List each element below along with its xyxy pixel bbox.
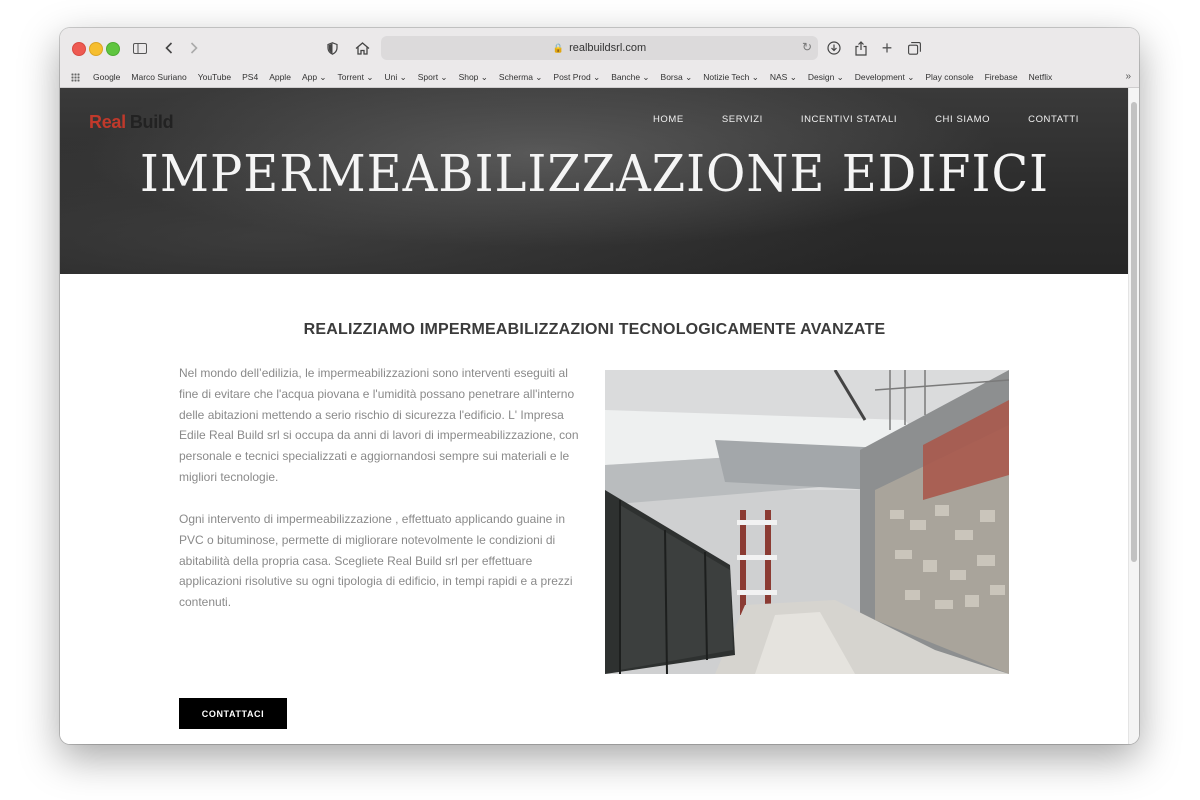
forward-icon[interactable] bbox=[187, 38, 201, 58]
nav-contatti[interactable]: CONTATTI bbox=[1028, 114, 1079, 125]
bookmark-item[interactable]: Play console bbox=[925, 72, 973, 83]
bookmark-item[interactable]: Google bbox=[93, 72, 120, 83]
bookmark-item[interactable]: Netflix bbox=[1029, 72, 1053, 83]
bookmark-item[interactable]: Uni ⌄ bbox=[385, 72, 407, 83]
bookmark-item[interactable]: Apple bbox=[269, 72, 291, 83]
nav-incentivi-statali[interactable]: INCENTIVI STATALI bbox=[801, 114, 897, 125]
bookmark-item[interactable]: PS4 bbox=[242, 72, 258, 83]
bookmark-item[interactable]: App ⌄ bbox=[302, 72, 327, 83]
share-icon[interactable] bbox=[853, 38, 869, 58]
url-text: realbuildsrl.com bbox=[569, 42, 647, 54]
section-title: REALIZZIAMO IMPERMEABILIZZAZIONI TECNOLO… bbox=[303, 321, 886, 338]
shield-icon[interactable] bbox=[325, 38, 339, 58]
chevron-right-double-icon[interactable]: » bbox=[1125, 71, 1131, 82]
bookmark-item[interactable]: Sport ⌄ bbox=[418, 72, 448, 83]
browser-window: 🔒 realbuildsrl.com ↻ + Google Marco Suri… bbox=[60, 28, 1139, 744]
bookmark-item[interactable]: Torrent ⌄ bbox=[338, 72, 374, 83]
download-icon[interactable] bbox=[826, 38, 842, 58]
bookmark-item[interactable]: YouTube bbox=[198, 72, 231, 83]
apps-grid-icon[interactable] bbox=[71, 73, 80, 82]
reload-icon[interactable]: ↻ bbox=[802, 40, 812, 54]
detail-paragraph: Ogni intervento di impermeabilizzazione … bbox=[179, 512, 573, 610]
contattaci-button[interactable]: CONTATTACI bbox=[179, 698, 287, 729]
nav-chi-siamo[interactable]: CHI SIAMO bbox=[935, 114, 990, 125]
lock-icon: 🔒 bbox=[552, 42, 565, 53]
nav-servizi[interactable]: SERVIZI bbox=[722, 114, 763, 125]
bookmark-item[interactable]: NAS ⌄ bbox=[770, 72, 797, 83]
home-icon[interactable] bbox=[353, 38, 371, 58]
browser-toolbar: 🔒 realbuildsrl.com ↻ + bbox=[60, 28, 1139, 69]
site-logo[interactable]: Real Build bbox=[89, 112, 174, 133]
logo-word-red: Real bbox=[89, 112, 126, 132]
main-nav: HOME SERVIZI INCENTIVI STATALI CHI SIAMO… bbox=[615, 114, 1079, 125]
minimize-window-button[interactable] bbox=[89, 42, 103, 56]
bookmark-item[interactable]: Scherma ⌄ bbox=[499, 72, 543, 83]
intro-paragraph: Nel mondo dell’edilizia, le impermeabili… bbox=[179, 366, 579, 484]
bookmark-item[interactable]: Post Prod ⌄ bbox=[553, 72, 600, 83]
bookmark-item[interactable]: Borsa ⌄ bbox=[661, 72, 693, 83]
bookmark-item[interactable]: Design ⌄ bbox=[808, 72, 844, 83]
bookmark-item[interactable]: Firebase bbox=[985, 72, 1018, 83]
tabs-overview-icon[interactable] bbox=[906, 38, 922, 58]
back-icon[interactable] bbox=[162, 38, 176, 58]
bookmark-item[interactable]: Banche ⌄ bbox=[611, 72, 649, 83]
hero-banner: Real Build HOME SERVIZI INCENTIVI STATALI… bbox=[60, 88, 1129, 274]
close-window-button[interactable] bbox=[72, 42, 86, 56]
bookmark-item[interactable]: Notizie Tech ⌄ bbox=[703, 72, 759, 83]
bookmark-item[interactable]: Marco Suriano bbox=[131, 72, 186, 83]
page-scrollbar[interactable] bbox=[1128, 88, 1139, 744]
web-page: Real Build HOME SERVIZI INCENTIVI STATALI… bbox=[60, 88, 1139, 744]
construction-site-photo bbox=[605, 370, 1009, 674]
bookmarks-bar: Google Marco Suriano YouTube PS4 Apple A… bbox=[60, 68, 1139, 88]
bookmark-item[interactable]: Development ⌄ bbox=[855, 72, 915, 83]
address-bar[interactable]: 🔒 realbuildsrl.com ↻ bbox=[381, 36, 818, 60]
bookmark-item[interactable]: Shop ⌄ bbox=[459, 72, 488, 83]
nav-home[interactable]: HOME bbox=[653, 114, 684, 125]
new-tab-icon[interactable]: + bbox=[879, 38, 895, 58]
zoom-window-button[interactable] bbox=[106, 42, 120, 56]
scrollbar-thumb[interactable] bbox=[1131, 102, 1137, 562]
logo-word-dark: Build bbox=[129, 112, 174, 132]
hero-title: IMPERMEABILIZZAZIONE EDIFICI bbox=[139, 144, 1050, 204]
bookmark-list: Google Marco Suriano YouTube PS4 Apple A… bbox=[93, 72, 1063, 83]
sidebar-icon[interactable] bbox=[132, 38, 148, 58]
